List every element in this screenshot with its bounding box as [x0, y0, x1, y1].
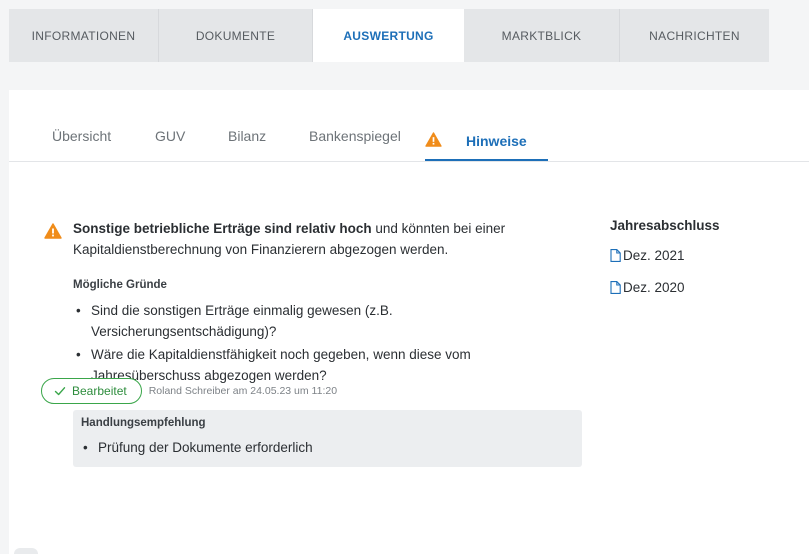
recommendation-title: Handlungsempfehlung: [81, 417, 206, 429]
recommendation-item: Prüfung der Dokumente erforderlich: [81, 440, 313, 455]
document-icon: [610, 280, 621, 294]
status-footer: Bearbeitet Roland Schreiber am 24.05.23 …: [41, 378, 337, 404]
active-tab-indicator: [425, 159, 548, 161]
notice-headline: Sonstige betriebliche Erträge sind relat…: [73, 218, 543, 260]
tab-marktblick[interactable]: MARKTBLICK: [464, 9, 620, 62]
tab-dokumente[interactable]: DOKUMENTE: [159, 9, 313, 62]
tab-nachrichten[interactable]: NACHRICHTEN: [620, 9, 769, 62]
reasons-list: Sind die sonstigen Erträge einmalig gewe…: [73, 300, 553, 388]
sidebar-title: Jahresabschluss: [610, 218, 720, 233]
tab-auswertung[interactable]: AUSWERTUNG: [313, 9, 464, 62]
annual-statement-sidebar: Jahresabschluss Dez. 2021 Dez. 2020: [610, 218, 800, 309]
document-label: Dez. 2020: [623, 279, 685, 295]
evaluation-panel: Übersicht GUV Bilanz Bankenspiegel Hinwe…: [9, 90, 809, 554]
partial-element: [14, 548, 38, 554]
document-label: Dez. 2021: [623, 247, 685, 263]
recommendation-box: Handlungsempfehlung Prüfung der Dokument…: [73, 410, 582, 467]
reason-text: Sind die sonstigen Erträge einmalig gewe…: [91, 303, 393, 318]
document-link-dez-2020[interactable]: Dez. 2020: [610, 277, 800, 297]
reason-text: Wäre die Kapitaldienstfähigkeit noch geg…: [91, 347, 471, 362]
subtab-hinweise[interactable]: Hinweise: [466, 133, 527, 149]
check-icon: [54, 387, 66, 396]
subtab-bilanz[interactable]: Bilanz: [228, 128, 266, 144]
warning-triangle-icon: [44, 223, 62, 239]
bearbeitet-button[interactable]: Bearbeitet: [41, 378, 142, 404]
sub-tab-bar: Übersicht GUV Bilanz Bankenspiegel Hinwe…: [9, 114, 809, 162]
tab-informationen[interactable]: INFORMATIONEN: [9, 9, 159, 62]
warning-triangle-icon: [425, 132, 442, 147]
top-tab-bar: INFORMATIONEN DOKUMENTE AUSWERTUNG MARKT…: [9, 9, 769, 62]
subtab-guv[interactable]: GUV: [155, 128, 185, 144]
bearbeitet-label: Bearbeitet: [72, 384, 127, 398]
reasons-title: Mögliche Gründe: [73, 279, 167, 291]
subtab-uebersicht[interactable]: Übersicht: [52, 128, 111, 144]
document-icon: [610, 248, 621, 262]
notice-headline-bold: Sonstige betriebliche Erträge sind relat…: [73, 221, 372, 236]
edited-by-meta: Roland Schreiber am 24.05.23 um 11:20: [148, 385, 338, 397]
reason-text: Versicherungsentschädigung)?: [91, 324, 277, 339]
document-link-dez-2021[interactable]: Dez. 2021: [610, 245, 800, 265]
list-item: Sind die sonstigen Erträge einmalig gewe…: [73, 300, 553, 342]
subtab-bankenspiegel[interactable]: Bankenspiegel: [309, 128, 401, 144]
